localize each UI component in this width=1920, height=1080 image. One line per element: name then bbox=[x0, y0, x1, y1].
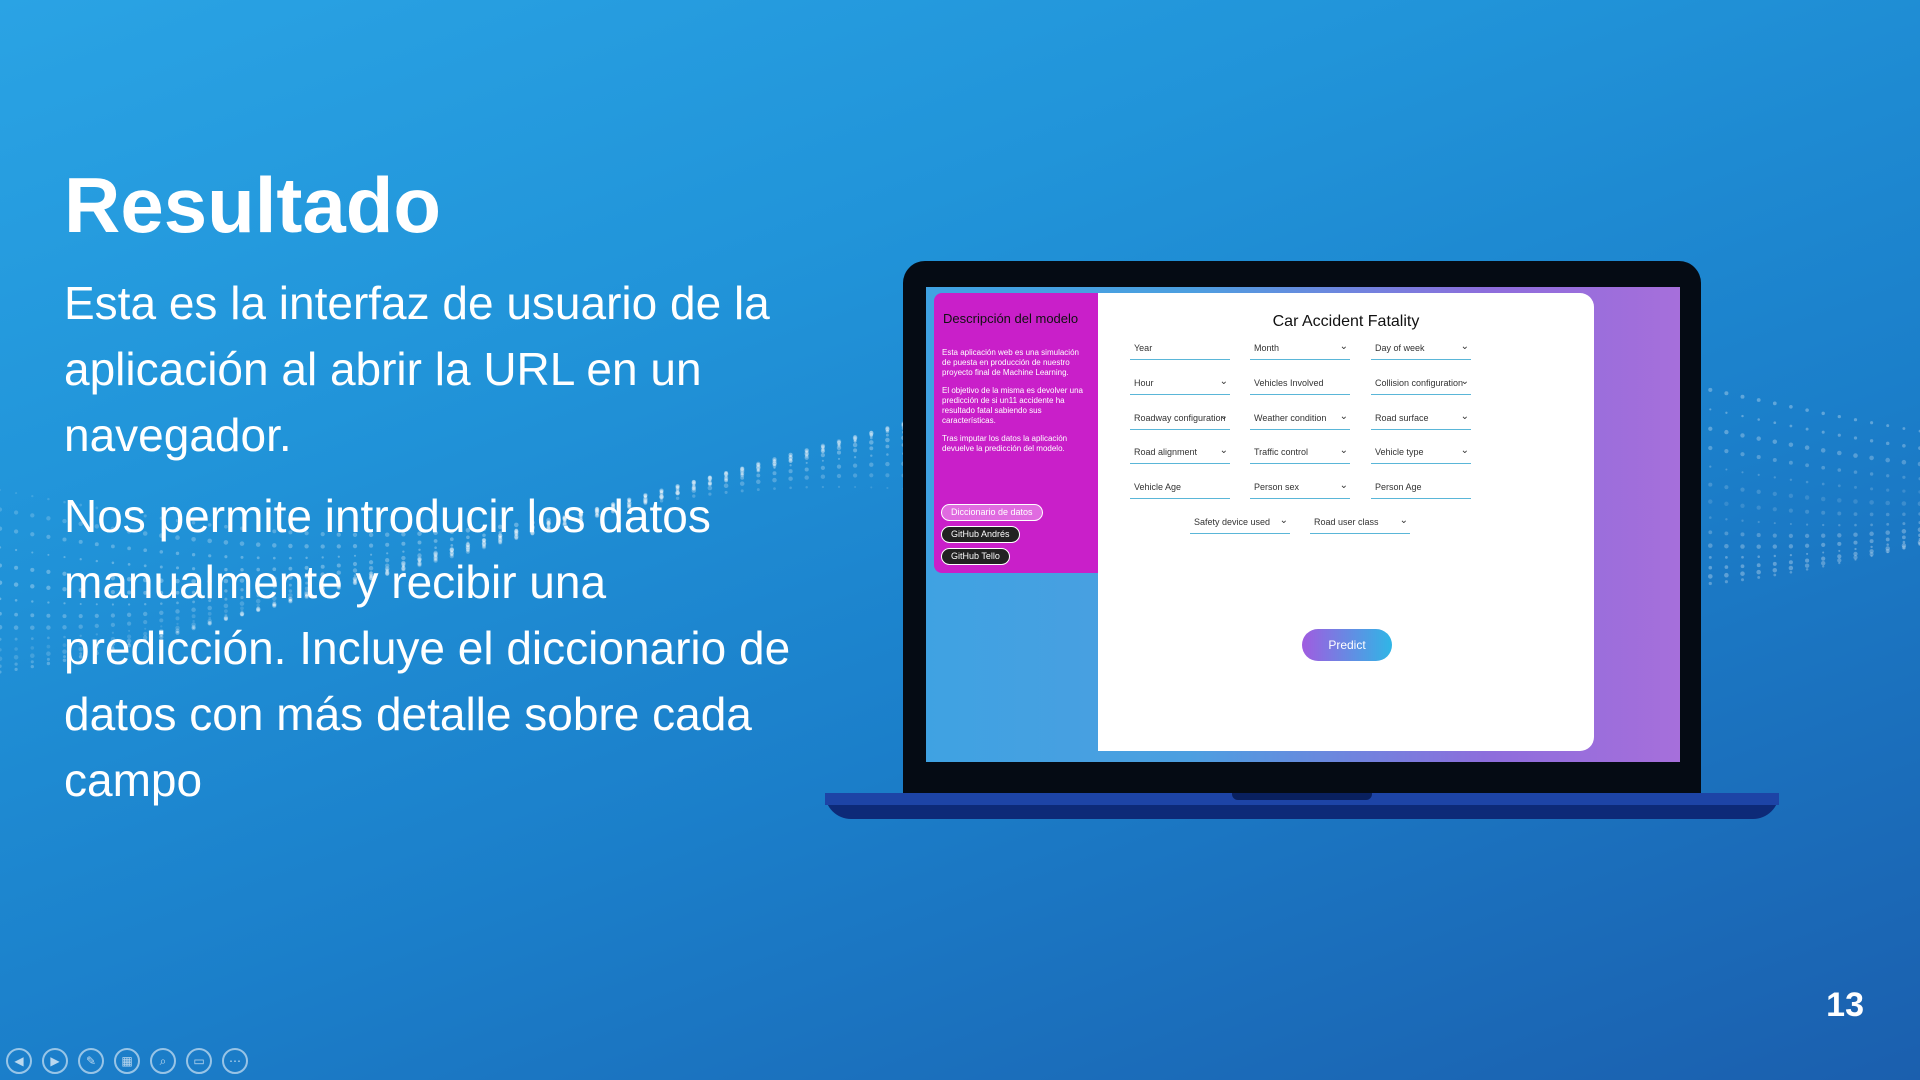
chevron-down-icon: ⌄ bbox=[1339, 480, 1348, 491]
field-month[interactable]: Month ⌄ bbox=[1250, 337, 1350, 360]
slide-paragraph-1: Esta es la interfaz de usuario de la apl… bbox=[64, 277, 770, 461]
field-label: Collision configuration bbox=[1375, 378, 1464, 388]
field-day-of-week[interactable]: Day of week ⌄ bbox=[1371, 337, 1471, 360]
slide-paragraph-2: Nos permite introducir los datos manualm… bbox=[64, 490, 791, 806]
field-label: Year bbox=[1134, 343, 1153, 353]
sidebar-heading: Descripción del modelo bbox=[943, 311, 1079, 326]
field-label: Hour bbox=[1134, 378, 1154, 388]
field-label: Weather condition bbox=[1254, 413, 1327, 423]
field-label: Road user class bbox=[1314, 517, 1379, 527]
field-traffic-control[interactable]: Traffic control ⌄ bbox=[1250, 441, 1350, 464]
more-icon[interactable]: ⋯ bbox=[222, 1048, 248, 1074]
field-label: Road surface bbox=[1375, 413, 1429, 423]
field-label: Vehicle Age bbox=[1134, 482, 1182, 492]
chevron-down-icon: ⌄ bbox=[1460, 376, 1469, 387]
sidebar-text-2: El objetivo de la misma es devolver una … bbox=[942, 386, 1083, 425]
presentation-controls: ◀ ▶ ✎ ▦ ⌕ ▭ ⋯ bbox=[6, 1048, 248, 1074]
github-andres-link[interactable]: GitHub Andrés bbox=[941, 526, 1020, 543]
chevron-down-icon: ⌄ bbox=[1339, 445, 1348, 456]
chevron-down-icon: ⌄ bbox=[1460, 411, 1469, 422]
chevron-down-icon: ⌄ bbox=[1399, 515, 1408, 526]
slide-title: Resultado bbox=[64, 161, 442, 249]
chevron-down-icon: ⌄ bbox=[1339, 411, 1348, 422]
chevron-down-icon: ⌄ bbox=[1279, 515, 1288, 526]
field-road-user-class[interactable]: Road user class ⌄ bbox=[1310, 511, 1410, 534]
field-road-surface[interactable]: Road surface ⌄ bbox=[1371, 407, 1471, 430]
form-title: Car Accident Fatality bbox=[1272, 313, 1420, 330]
chevron-down-icon: ⌄ bbox=[1219, 411, 1228, 422]
chevron-down-icon: ⌄ bbox=[1460, 445, 1469, 456]
chevron-down-icon: ⌄ bbox=[1219, 376, 1228, 387]
chevron-down-icon: ⌄ bbox=[1219, 445, 1228, 456]
data-dictionary-link[interactable]: Diccionario de datos bbox=[941, 504, 1043, 521]
chevron-down-icon: ⌄ bbox=[1339, 341, 1348, 352]
zoom-icon[interactable]: ⌕ bbox=[150, 1048, 176, 1074]
field-collision-configuration[interactable]: Collision configuration ⌄ bbox=[1371, 372, 1471, 395]
field-person-sex[interactable]: Person sex ⌄ bbox=[1250, 476, 1350, 499]
field-label: Day of week bbox=[1375, 343, 1425, 353]
field-vehicle-type[interactable]: Vehicle type ⌄ bbox=[1371, 441, 1471, 464]
prev-icon[interactable]: ◀ bbox=[6, 1048, 32, 1074]
field-label: Person sex bbox=[1254, 482, 1300, 492]
field-label: Road alignment bbox=[1134, 447, 1198, 457]
sidebar-text-1: Esta aplicación web es una simulación de… bbox=[942, 348, 1079, 377]
field-vehicle-age[interactable]: Vehicle Age bbox=[1130, 476, 1230, 499]
chevron-down-icon: ⌄ bbox=[1460, 341, 1469, 352]
field-road-alignment[interactable]: Road alignment ⌄ bbox=[1130, 441, 1230, 464]
pen-icon[interactable]: ✎ bbox=[78, 1048, 104, 1074]
field-label: Person Age bbox=[1375, 482, 1422, 492]
predict-button[interactable]: Predict bbox=[1302, 629, 1392, 661]
field-safety-device-used[interactable]: Safety device used ⌄ bbox=[1190, 511, 1290, 534]
field-label: Safety device used bbox=[1194, 517, 1271, 527]
github-tello-link[interactable]: GitHub Tello bbox=[941, 548, 1010, 565]
laptop-notch bbox=[1232, 793, 1372, 800]
slides-icon[interactable]: ▦ bbox=[114, 1048, 140, 1074]
field-roadway-configuration[interactable]: Roadway configuration ⌄ bbox=[1130, 407, 1230, 430]
field-label: Traffic control bbox=[1254, 447, 1309, 457]
laptop-screen: Descripción del modelo Esta aplicación w… bbox=[926, 287, 1680, 762]
field-year[interactable]: Year bbox=[1130, 337, 1230, 360]
field-hour[interactable]: Hour ⌄ bbox=[1130, 372, 1230, 395]
field-label: Roadway configuration bbox=[1134, 413, 1226, 423]
next-icon[interactable]: ▶ bbox=[42, 1048, 68, 1074]
prediction-form: Car Accident Fatality Predict Year Month ⌄… bbox=[1098, 293, 1594, 751]
field-label: Vehicle type bbox=[1375, 447, 1424, 457]
page-number: 13 bbox=[1826, 986, 1864, 1024]
field-label: Vehicles Involved bbox=[1254, 378, 1324, 388]
subtitles-icon[interactable]: ▭ bbox=[186, 1048, 212, 1074]
field-weather-condition[interactable]: Weather condition ⌄ bbox=[1250, 407, 1350, 430]
field-label: Month bbox=[1254, 343, 1280, 353]
field-vehicles-involved[interactable]: Vehicles Involved bbox=[1250, 372, 1350, 395]
sidebar-text-3: Tras imputar los datos la aplicación dev… bbox=[942, 434, 1068, 453]
field-person-age[interactable]: Person Age bbox=[1371, 476, 1471, 499]
app-sidebar: Descripción del modelo Esta aplicación w… bbox=[934, 293, 1098, 573]
